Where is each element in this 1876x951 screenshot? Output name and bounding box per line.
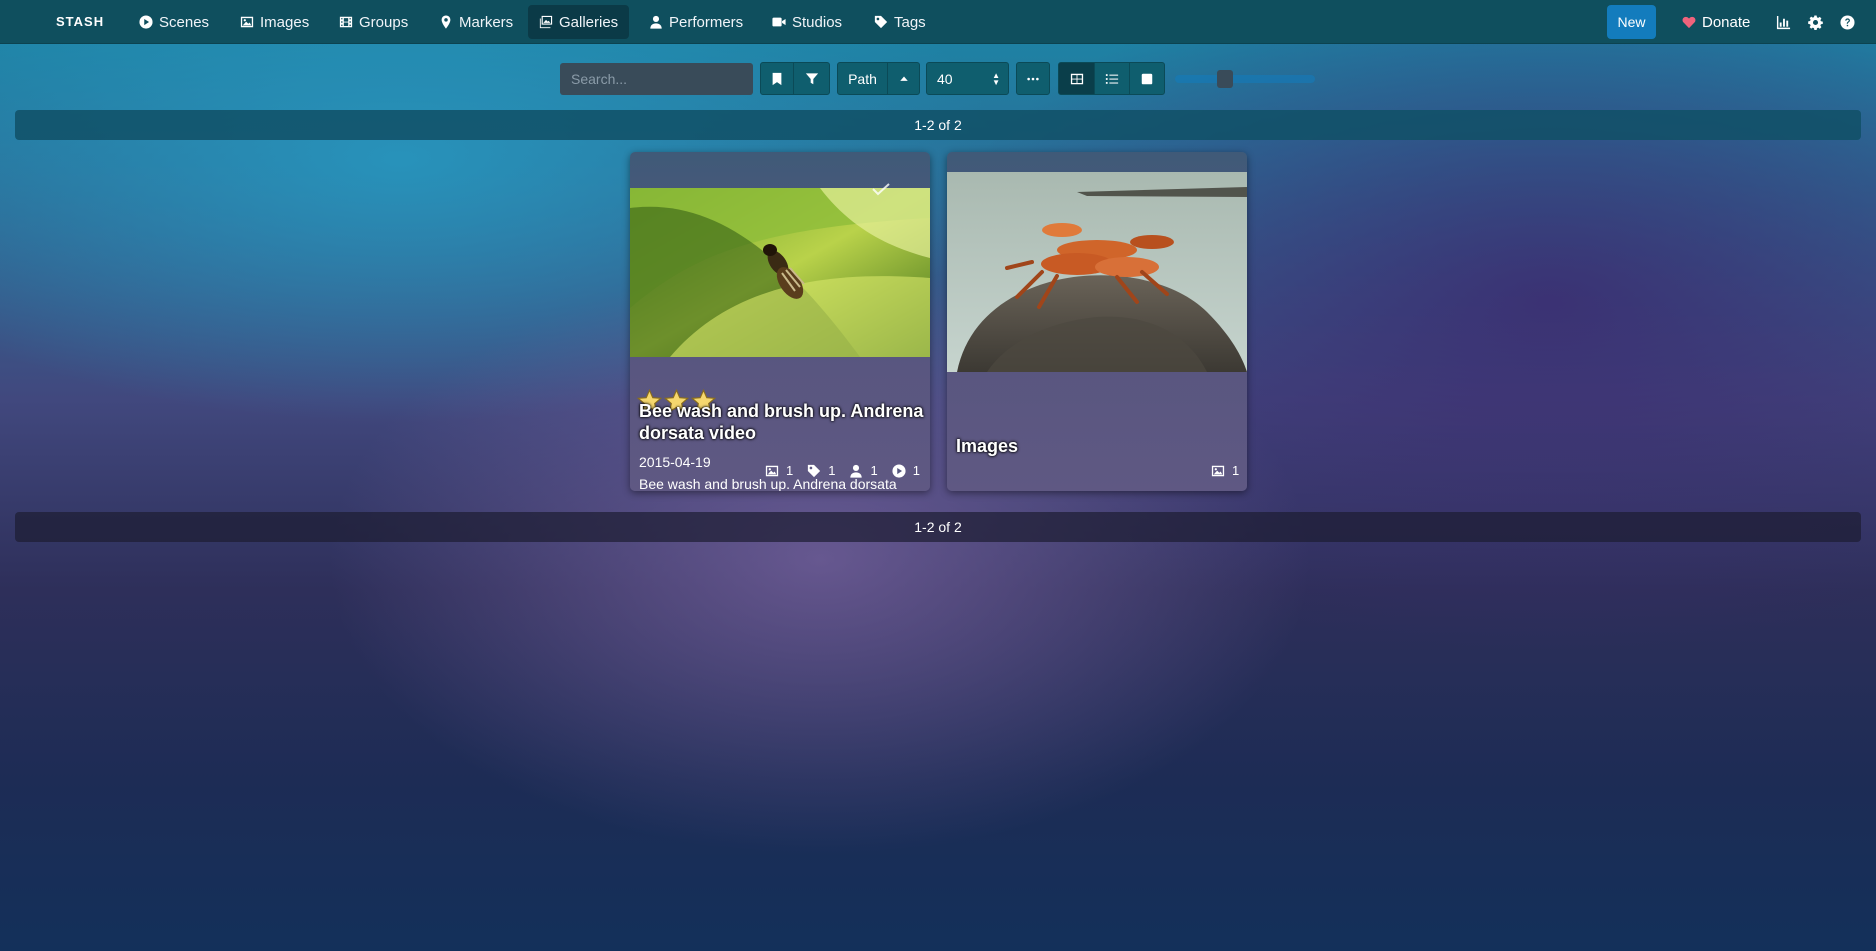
checkbox-icon[interactable]: [871, 182, 891, 196]
search-input[interactable]: [560, 63, 753, 95]
gallery-counts: 1: [1211, 463, 1239, 478]
zoom-slider-thumb[interactable]: [1217, 70, 1233, 88]
question-circle-icon: [1839, 14, 1855, 30]
nav-tags[interactable]: Tags: [863, 5, 937, 39]
images-icon: [539, 15, 553, 29]
nav-images[interactable]: Images: [229, 5, 320, 39]
image-icon: [240, 16, 254, 28]
nav-groups[interactable]: Groups: [328, 5, 419, 39]
gallery-title[interactable]: Images: [956, 435, 1241, 457]
wall-view-button[interactable]: [1129, 62, 1165, 95]
image-count-value: 1: [1232, 463, 1240, 478]
map-marker-icon: [441, 15, 451, 29]
donate-button[interactable]: Donate: [1682, 5, 1750, 39]
video-icon: [772, 17, 786, 27]
nav-markers[interactable]: Markers: [428, 5, 524, 39]
grid-icon: [1070, 73, 1083, 84]
caret-up-icon: [899, 76, 908, 81]
nav-studios[interactable]: Studios: [761, 5, 853, 39]
image-count[interactable]: 1: [1211, 463, 1239, 478]
filter-icon: [805, 72, 818, 84]
gallery-thumbnail[interactable]: [630, 188, 930, 357]
gallery-description: Bee wash and brush up. Andrena dorsata: [639, 476, 897, 491]
sort-by-label: Path: [848, 70, 877, 87]
heart-icon: [1682, 16, 1696, 29]
square-icon: [1141, 73, 1153, 84]
gallery-card[interactable]: Images 1: [947, 152, 1247, 491]
new-button[interactable]: New: [1607, 5, 1656, 39]
filter-button[interactable]: [793, 62, 830, 95]
bookmark-icon: [772, 72, 782, 85]
nav-images-label: Images: [260, 13, 310, 31]
top-navbar: STASH Scenes Images Groups Markers Galle…: [0, 0, 1876, 44]
gallery-date: 2015-04-19: [639, 454, 711, 470]
pagination-info-top: 1-2 of 2: [15, 110, 1861, 140]
help-button[interactable]: [1838, 13, 1856, 31]
gallery-card[interactable]: Bee wash and brush up. Andrena dorsata v…: [630, 152, 930, 491]
nav-performers[interactable]: Performers: [638, 5, 754, 39]
stats-button[interactable]: [1774, 13, 1792, 31]
play-circle-icon: [139, 15, 153, 29]
film-icon: [339, 16, 353, 28]
user-icon: [650, 15, 662, 29]
sort-by-button[interactable]: Path: [837, 62, 888, 95]
zoom-slider[interactable]: [1175, 75, 1315, 83]
nav-galleries[interactable]: Galleries: [528, 5, 630, 39]
grid-view-button[interactable]: [1058, 62, 1095, 95]
per-page-select[interactable]: 40 ▲ ▼: [926, 62, 1009, 95]
brand-logo[interactable]: STASH: [56, 14, 104, 29]
settings-button[interactable]: [1806, 13, 1824, 31]
gallery-thumbnail[interactable]: [947, 172, 1247, 372]
nav-markers-label: Markers: [459, 13, 514, 31]
nav-tags-label: Tags: [894, 13, 926, 31]
nav-studios-label: Studios: [792, 13, 843, 31]
per-page-value: 40: [937, 70, 953, 87]
ellipsis-icon: [1027, 77, 1039, 80]
chart-icon: [1776, 15, 1790, 29]
saved-filters-button[interactable]: [760, 62, 794, 95]
gallery-title[interactable]: Bee wash and brush up. Andrena dorsata v…: [639, 400, 924, 444]
nav-groups-label: Groups: [359, 13, 409, 31]
sort-direction-button[interactable]: [887, 62, 920, 95]
scene-count-value: 1: [912, 463, 920, 478]
pagination-info-bottom: 1-2 of 2: [15, 512, 1861, 542]
nav-scenes[interactable]: Scenes: [128, 5, 220, 39]
image-icon: [1211, 465, 1225, 476]
more-options-button[interactable]: [1016, 62, 1050, 95]
select-arrows-icon: ▲ ▼: [992, 71, 1000, 87]
tag-icon: [874, 15, 888, 29]
list-icon: [1105, 73, 1119, 84]
nav-scenes-label: Scenes: [159, 13, 210, 31]
nav-galleries-label: Galleries: [559, 13, 619, 31]
gear-icon: [1807, 14, 1823, 30]
nav-performers-label: Performers: [669, 13, 744, 31]
list-view-button[interactable]: [1094, 62, 1130, 95]
donate-label: Donate: [1702, 13, 1751, 31]
